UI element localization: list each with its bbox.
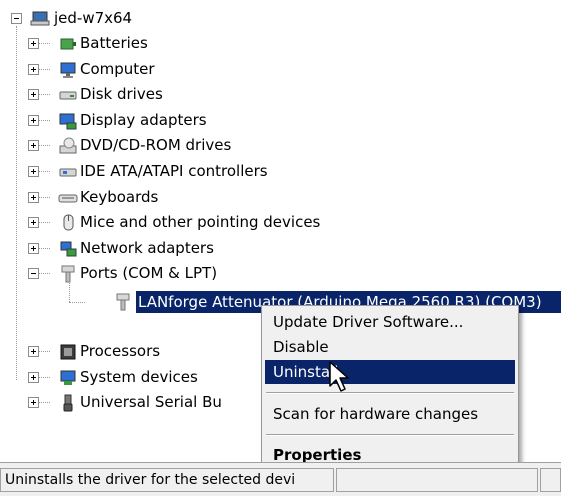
tree-category-label[interactable]: System devices <box>78 366 200 388</box>
mouse-icon <box>63 214 74 231</box>
menu-item-update-driver[interactable]: Update Driver Software... <box>265 310 515 334</box>
system-device-icon <box>60 370 76 385</box>
tree-line <box>69 281 70 302</box>
tree-category-label[interactable]: Batteries <box>78 32 150 54</box>
tree-category-label[interactable]: DVD/CD-ROM drives <box>78 134 233 156</box>
tree-category-label[interactable]: Computer <box>78 58 157 80</box>
menu-separator <box>266 392 514 394</box>
tree-category-label[interactable]: Disk drives <box>78 83 165 105</box>
tree-category-label[interactable]: Keyboards <box>78 186 160 208</box>
disk-drive-icon <box>59 91 77 100</box>
mouse-cursor-icon <box>329 361 349 392</box>
tree-line <box>38 273 50 275</box>
status-panel <box>540 468 561 492</box>
tree-line <box>38 145 50 147</box>
tree-line <box>69 302 85 303</box>
port-icon <box>116 293 130 311</box>
tree-line <box>38 196 50 198</box>
network-adapter-icon <box>60 241 77 257</box>
keyboard-icon <box>58 194 78 203</box>
expand-toggle[interactable] <box>28 346 39 357</box>
tree-category-label[interactable]: Ports (COM & LPT) <box>78 262 219 284</box>
status-bar: Uninstalls the driver for the selected d… <box>0 462 561 496</box>
tree-line <box>38 68 50 70</box>
ide-controller-icon <box>59 168 77 177</box>
expand-toggle[interactable] <box>28 140 39 152</box>
expand-toggle[interactable] <box>28 89 39 101</box>
tree-category-label[interactable]: Network adapters <box>78 237 216 259</box>
tree-line <box>38 119 50 121</box>
tree-category-label[interactable]: IDE ATA/ATAPI controllers <box>78 160 270 182</box>
expand-toggle[interactable] <box>28 371 39 383</box>
computer-icon <box>30 11 50 26</box>
context-menu: Update Driver Software... Disable Uninst… <box>261 305 519 469</box>
menu-item-uninstall[interactable]: Uninstall <box>265 360 515 384</box>
tree-line <box>38 247 50 249</box>
usb-icon <box>63 394 73 412</box>
menu-item-disable[interactable]: Disable <box>265 335 515 359</box>
monitor-icon <box>60 62 76 78</box>
tree-line <box>38 376 50 378</box>
tree-category-label[interactable]: Universal Serial Bu <box>78 391 224 413</box>
collapse-root-toggle[interactable] <box>11 13 22 24</box>
status-panel <box>336 468 538 492</box>
status-text: Uninstalls the driver for the selected d… <box>0 468 334 492</box>
dvd-drive-icon <box>59 137 77 154</box>
tree-line <box>16 26 17 380</box>
tree-root-label[interactable]: jed-w7x64 <box>52 7 134 29</box>
battery-icon <box>60 38 76 50</box>
tree-line <box>38 402 50 404</box>
tree-category-label[interactable]: Processors <box>78 340 162 362</box>
expand-toggle[interactable] <box>28 397 39 409</box>
tree-category-label[interactable]: Display adapters <box>78 109 209 131</box>
expand-toggle[interactable] <box>28 63 39 75</box>
tree-line <box>38 94 50 96</box>
tree-line <box>38 222 50 224</box>
expand-toggle[interactable] <box>28 191 39 203</box>
collapse-toggle[interactable] <box>28 268 39 280</box>
expand-toggle[interactable] <box>28 38 39 49</box>
tree-line <box>38 171 50 172</box>
expand-toggle[interactable] <box>28 114 39 126</box>
menu-separator <box>266 434 514 436</box>
tree-category-label[interactable]: Mice and other pointing devices <box>78 211 322 233</box>
port-icon <box>61 265 75 283</box>
menu-item-scan-hardware[interactable]: Scan for hardware changes <box>265 402 515 426</box>
display-adapter-icon <box>59 113 77 130</box>
expand-toggle[interactable] <box>28 217 39 229</box>
expand-toggle[interactable] <box>28 242 39 254</box>
tree-line <box>38 43 50 44</box>
processor-icon <box>60 344 76 360</box>
tree-line <box>38 351 50 352</box>
expand-toggle[interactable] <box>28 166 39 177</box>
